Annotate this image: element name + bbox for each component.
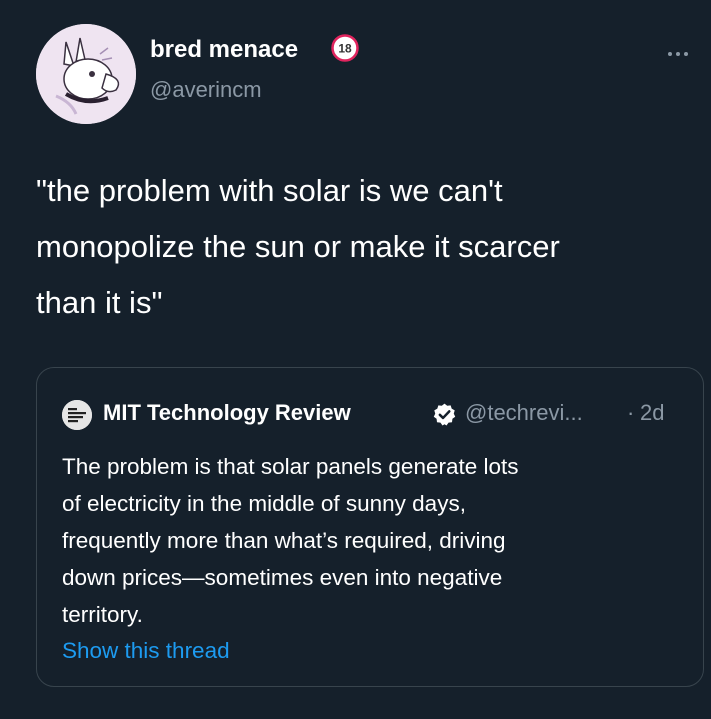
age-18-badge-icon: 18 xyxy=(331,34,359,62)
quote-text: The problem is that solar panels generat… xyxy=(62,454,519,627)
quoted-tweet-card[interactable]: MIT Technology Review @techrevi... · 2d … xyxy=(36,367,704,687)
tweet-text: "the problem with solar is we can't mono… xyxy=(36,173,560,320)
verified-badge-icon xyxy=(433,403,456,426)
author-handle[interactable]: @averincm xyxy=(150,77,262,103)
mit-technology-review-logo-icon xyxy=(62,400,92,430)
more-options-icon[interactable] xyxy=(668,48,700,60)
quote-handle[interactable]: @techrevi... xyxy=(465,400,583,426)
show-thread-link[interactable]: Show this thread xyxy=(62,638,230,664)
age-badge-label: 18 xyxy=(338,42,352,56)
quote-timestamp[interactable]: 2d xyxy=(640,400,664,426)
quote-separator: · xyxy=(627,400,635,425)
avatar[interactable] xyxy=(36,24,136,124)
quote-display-name[interactable]: MIT Technology Review xyxy=(103,400,351,426)
cartoon-animal-avatar-icon xyxy=(36,24,136,124)
display-name[interactable]: bred menace xyxy=(150,36,298,64)
tweet: bred menace 18 @averincm "the problem wi… xyxy=(0,0,711,719)
